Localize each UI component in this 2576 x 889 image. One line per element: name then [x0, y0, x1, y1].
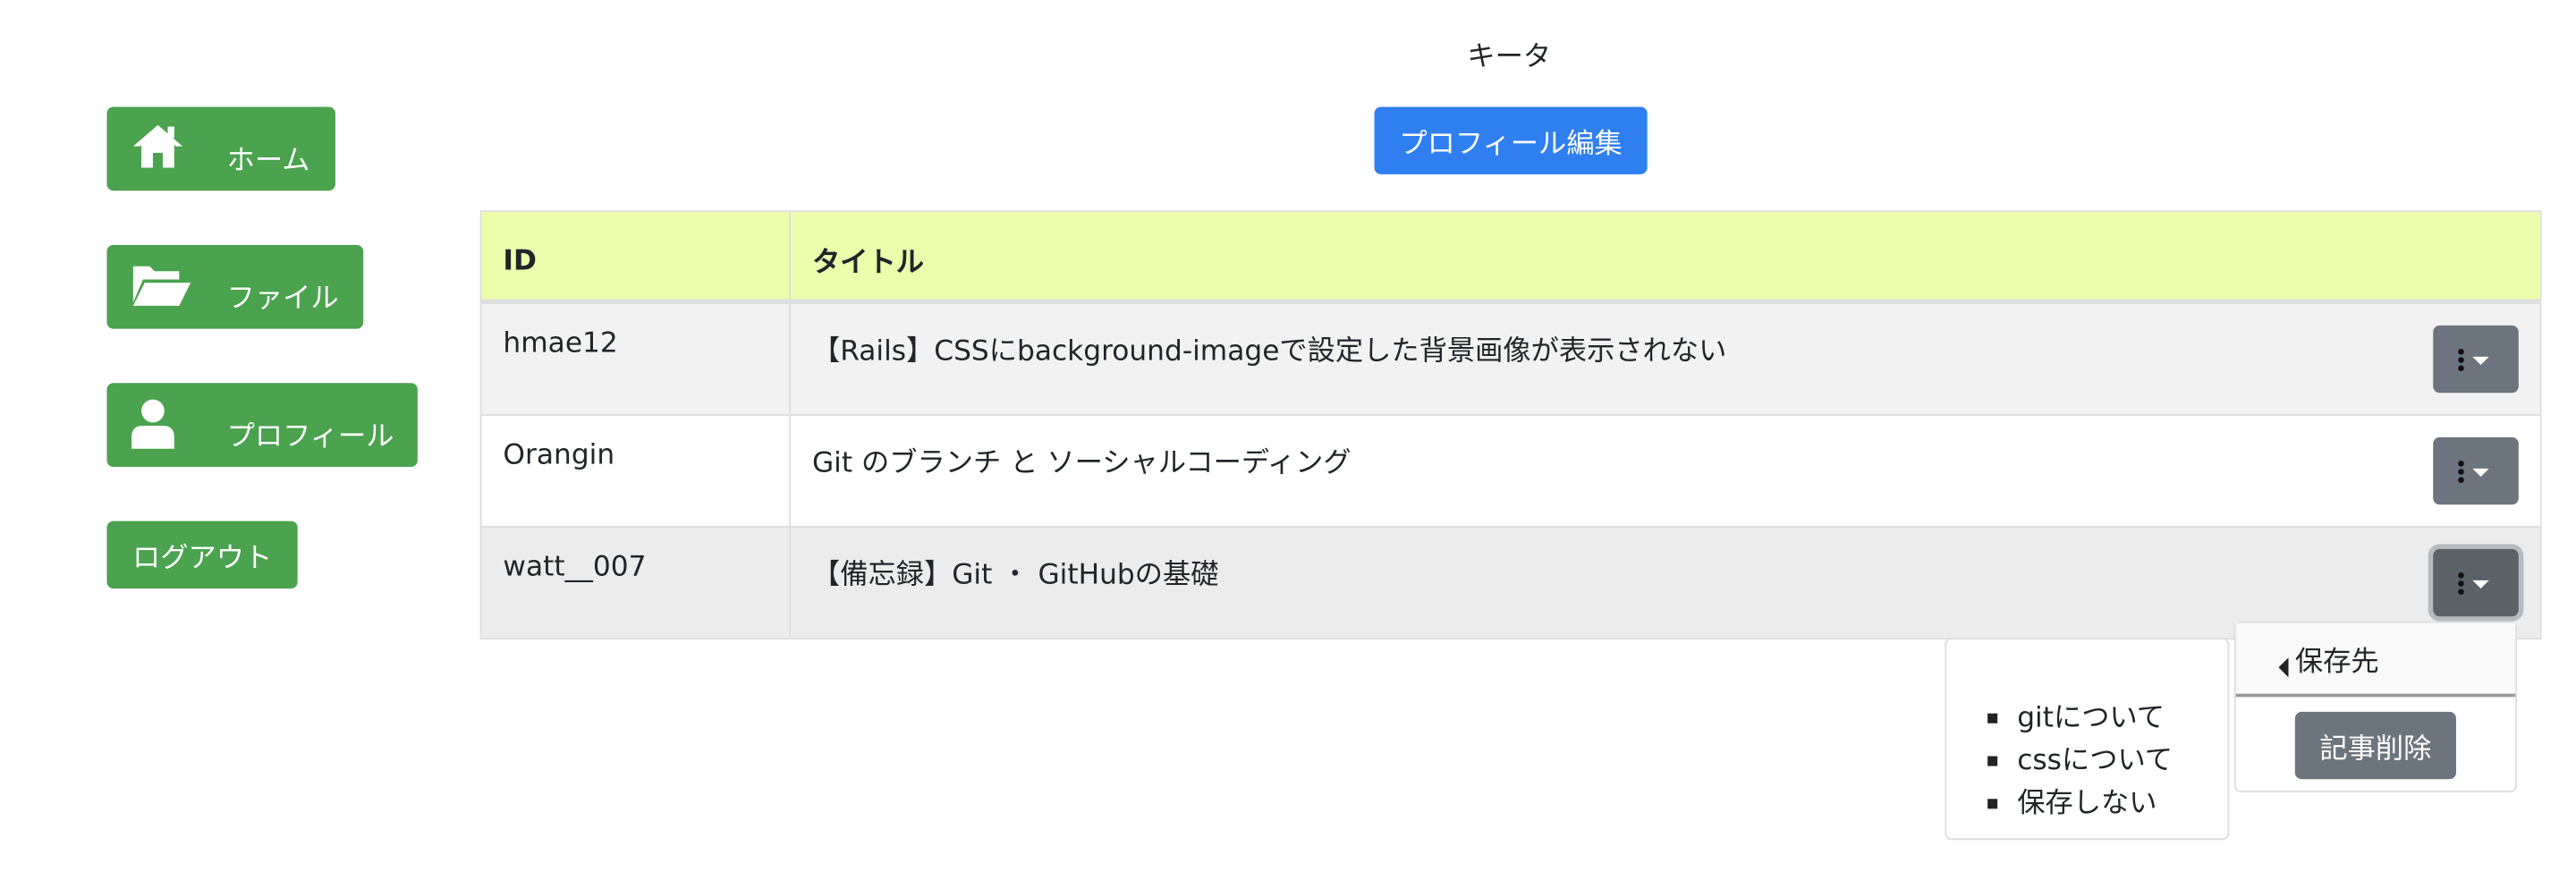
table-row: Orangin Git のブランチ と ソーシャルコーディング: [481, 414, 2540, 527]
row-actions-button[interactable]: [2433, 325, 2519, 394]
column-header-title: タイトル: [811, 246, 924, 280]
square-bullet-icon: [1987, 756, 1998, 766]
row-actions-button[interactable]: [2433, 548, 2519, 617]
table-row: hmae12 【Rails】CSSにbackground-imageで設定した背…: [481, 302, 2540, 415]
home-icon: [130, 122, 185, 171]
delete-article-button[interactable]: 記事削除: [2294, 711, 2456, 780]
kebab-caret-icon: [2458, 348, 2489, 371]
save-folder-submenu: gitについて cssについて 保存しない: [1945, 638, 2230, 841]
row-id: watt__007: [482, 527, 792, 639]
row-title[interactable]: Git のブランチ と ソーシャルコーディング: [791, 416, 2540, 526]
kebab-caret-icon: [2458, 572, 2489, 595]
folder-option[interactable]: 保存しない: [1987, 786, 2173, 829]
row-id: hmae12: [482, 304, 792, 415]
folder-list: gitについて cssについて 保存しない: [1987, 700, 2173, 828]
user-icon: [130, 398, 185, 449]
row-title[interactable]: 【Rails】CSSにbackground-imageで設定した背景画像が表示さ…: [791, 304, 2540, 414]
articles-table: ID タイトル hmae12 【Rails】CSSにbackground-ima…: [479, 210, 2542, 639]
save-to-menu-item[interactable]: 保存先: [2235, 622, 2516, 698]
row-actions-menu: 保存先 記事削除: [2233, 621, 2517, 792]
caret-left-icon: [2278, 657, 2289, 678]
app-title: キータ: [1467, 40, 1552, 74]
sidebar-item-label: ホーム: [226, 144, 310, 178]
square-bullet-icon: [1987, 713, 1998, 724]
page: キータ プロフィール編集 ホーム ファイル プロフィール ログアウト ID タイ…: [0, 0, 2576, 888]
sidebar-item-home[interactable]: ホーム: [106, 106, 335, 191]
sidebar-item-profile[interactable]: プロフィール: [106, 383, 418, 467]
table-header-row: ID タイトル: [481, 212, 2540, 303]
logout-button[interactable]: ログアウト: [106, 521, 298, 589]
folder-option[interactable]: cssについて: [1987, 743, 2173, 786]
column-header-id: ID: [482, 212, 792, 300]
row-actions-button[interactable]: [2433, 436, 2519, 505]
folder-option[interactable]: gitについて: [1987, 700, 2173, 743]
sidebar-item-label: ファイル: [226, 283, 339, 316]
edit-profile-button[interactable]: プロフィール編集: [1374, 106, 1648, 174]
sidebar-item-files[interactable]: ファイル: [106, 244, 364, 329]
folder-open-icon: [130, 259, 191, 309]
kebab-caret-icon: [2458, 460, 2489, 483]
table-row: watt__007 【備忘録】Git ・ GitHubの基礎: [481, 526, 2540, 639]
sidebar-item-label: プロフィール: [226, 420, 394, 454]
square-bullet-icon: [1987, 799, 1998, 809]
save-to-label: 保存先: [2294, 646, 2379, 680]
row-id: Orangin: [482, 416, 792, 527]
